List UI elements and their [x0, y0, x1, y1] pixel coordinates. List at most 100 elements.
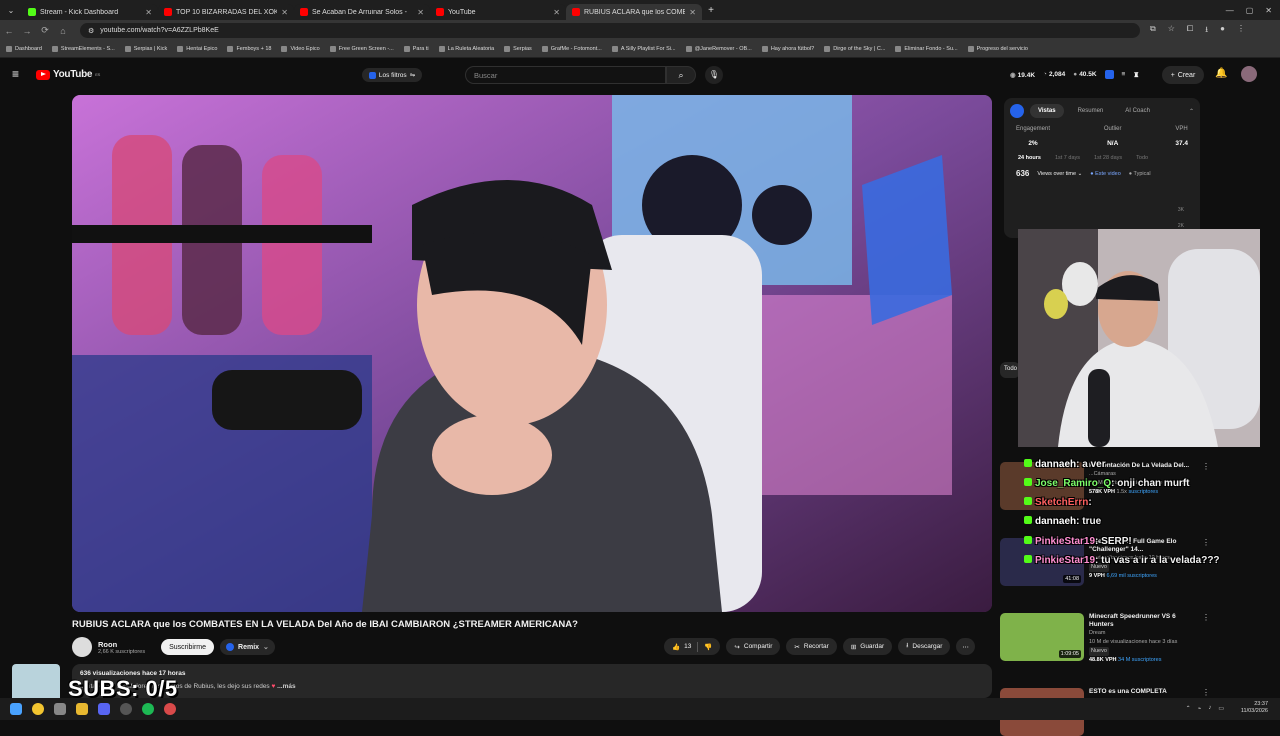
tab-vistas[interactable]: Vistas [1030, 104, 1064, 118]
bookmark-item[interactable]: Dashboard [6, 46, 42, 52]
list-icon[interactable]: ≡ [1122, 71, 1126, 78]
create-button[interactable]: + Crear [1162, 66, 1204, 84]
share-button[interactable]: ↪ Compartir [726, 638, 781, 655]
chip-todo[interactable]: Todo [1000, 362, 1020, 378]
filters-button[interactable]: Los filtros ⇋ [362, 68, 422, 82]
tab-search-icon[interactable]: ⌄ [0, 6, 22, 15]
url-field[interactable]: ⚙ youtube.com/watch?v=A6ZZLPb8KeE [80, 23, 1140, 38]
volume-icon[interactable]: ♪ [1208, 705, 1211, 712]
bookmark-item[interactable]: Eliminar Fondo - Su... [895, 46, 958, 52]
more-actions-button[interactable]: ⋯ [956, 638, 975, 655]
range-28d[interactable]: 1st 28 days [1094, 155, 1122, 161]
network-icon[interactable]: ⌁ [1198, 705, 1202, 712]
explorer-icon[interactable] [54, 703, 66, 715]
more-link[interactable]: ...más [277, 683, 295, 690]
range-all[interactable]: Todo [1136, 155, 1148, 161]
bookmark-item[interactable]: Video Epico [281, 46, 320, 52]
bookmark-item[interactable]: Femboys + 18 [227, 46, 271, 52]
tab-close-icon[interactable]: ✕ [417, 8, 424, 17]
collapse-icon[interactable]: ⌃ [1189, 108, 1194, 115]
browser-menu-icon[interactable]: ⋮ [1237, 24, 1245, 38]
search-button[interactable]: ⌕ [666, 66, 696, 84]
profile-icon[interactable]: ● [1220, 24, 1225, 38]
bookmark-item[interactable]: A Silly Playlist For Si... [611, 46, 676, 52]
bookmark-item[interactable]: Progreso del servicio [967, 46, 1028, 52]
tab-close-icon[interactable]: ✕ [145, 8, 152, 17]
bookmark-item[interactable]: @JaneRemover - OB... [685, 46, 752, 52]
menu-icon[interactable]: ≡ [12, 68, 24, 80]
download-button[interactable]: ⭳ Descargar [898, 638, 951, 655]
battery-icon[interactable]: ▭ [1218, 705, 1224, 712]
extension-blue-icon[interactable] [1104, 70, 1114, 79]
system-clock[interactable]: 23:37 11/03/2026 [1241, 701, 1268, 715]
bookmark-item[interactable]: Hentai Epico [177, 46, 217, 52]
browser-tab[interactable]: RUBIUS ACLARA que los COMB ✕ [566, 4, 702, 20]
save-button[interactable]: ⊞ Guardar [842, 638, 893, 655]
bookmark-star-icon[interactable]: ☆ [1168, 24, 1175, 38]
bookmark-item[interactable]: Hay ahora fútbol? [761, 46, 814, 52]
new-tab-button[interactable]: + [702, 5, 720, 16]
tray-chevron-icon[interactable]: ⌃ [1186, 705, 1191, 712]
downloads-icon[interactable]: ⭳ [1205, 24, 1208, 38]
bookmark-item[interactable]: GrafMe - Fotomont... [541, 46, 602, 52]
tab-close-icon[interactable]: ✕ [553, 8, 560, 17]
bookmark-item[interactable]: Serpias [504, 46, 532, 52]
start-icon[interactable] [10, 703, 22, 715]
discord-icon[interactable] [98, 703, 110, 715]
install-icon[interactable]: ⧉ [1150, 24, 1156, 38]
youtube-logo[interactable]: YouTube ES [36, 69, 100, 80]
bookmark-item[interactable]: Serpias | Kick [124, 46, 167, 52]
bookmark-item[interactable]: La Ruleta Aleatoria [438, 46, 494, 52]
bookmark-item[interactable]: StreamElements - S... [51, 46, 115, 52]
views-mode-dropdown[interactable]: Views over time ⌄ [1037, 171, 1082, 177]
browser-tab[interactable]: YouTube ✕ [430, 4, 566, 20]
range-7d[interactable]: 1st 7 days [1055, 155, 1080, 161]
tab-favicon [28, 8, 36, 16]
account-avatar[interactable] [1241, 66, 1257, 82]
obs-icon[interactable] [120, 703, 132, 715]
maximize-icon[interactable]: ▢ [1246, 6, 1254, 15]
tab-close-icon[interactable]: ✕ [281, 8, 288, 17]
rec-more-icon[interactable]: ⋮ [1202, 613, 1210, 665]
tab-ai-coach[interactable]: AI Coach [1117, 104, 1158, 118]
channel-avatar[interactable] [72, 637, 92, 657]
trophy-icon[interactable]: ♜ [1133, 71, 1139, 79]
range-24h[interactable]: 24 hours [1018, 155, 1041, 161]
extensions-icon[interactable]: ⧠ [1187, 24, 1193, 38]
forward-icon[interactable]: → [18, 26, 36, 36]
minimize-icon[interactable]: — [1226, 6, 1234, 15]
rec-subs: 6,69 mil suscriptores [1106, 573, 1157, 579]
browser-tab[interactable]: TOP 10 BIZARRADAS DEL XOKAS ✕ [158, 4, 294, 20]
spotify-icon[interactable] [142, 703, 154, 715]
recommendation-item[interactable]: 1:09:05 Minecraft Speedrunner VS 6 Hunter… [1000, 613, 1210, 665]
bookmark-item[interactable]: Dirge of the Sky | C... [824, 46, 885, 52]
bookmark-item[interactable]: Free Green Screen -... [329, 46, 394, 52]
home-icon[interactable]: ⌂ [54, 26, 72, 36]
tab-resumen[interactable]: Resumen [1070, 104, 1112, 118]
app-icon[interactable] [164, 703, 176, 715]
folder-icon[interactable] [76, 703, 88, 715]
video-player[interactable] [72, 95, 992, 612]
browser-tab[interactable]: Stream - Kick Dashboard ✕ [22, 4, 158, 20]
channel-name[interactable]: Roon [98, 640, 145, 649]
thumbs-down-icon[interactable]: 👎 [704, 643, 712, 651]
rec-more-icon[interactable]: ⋮ [1202, 462, 1210, 510]
like-button[interactable]: 👍 13 👎 [664, 638, 721, 655]
subscribe-button[interactable]: Suscribirme [161, 639, 215, 655]
bookmark-item[interactable]: Para ti [403, 46, 429, 52]
rec-thumbnail[interactable]: 1:09:05 [1000, 613, 1084, 661]
close-window-icon[interactable]: ✕ [1265, 6, 1272, 15]
voice-search-button[interactable]: 🎙 [705, 66, 723, 84]
description-box[interactable]: 636 visualizaciones hace 17 horas ...dit… [72, 664, 992, 698]
back-icon[interactable]: ← [0, 26, 18, 36]
site-info-icon[interactable]: ⚙ [88, 27, 94, 35]
chrome-icon[interactable] [32, 703, 44, 715]
browser-tab[interactable]: Se Acaban De Arruinar Solos - ✕ [294, 4, 430, 20]
reload-icon[interactable]: ⟳ [36, 25, 54, 36]
search-input[interactable]: Buscar [465, 66, 666, 84]
rec-meta: 10 M de visualizaciones hace 3 días [1089, 639, 1178, 645]
notifications-icon[interactable]: 🔔 [1215, 68, 1227, 79]
tab-close-icon[interactable]: ✕ [689, 8, 696, 17]
clip-button[interactable]: ✂ Recortar [786, 638, 837, 655]
remix-button[interactable]: Remix ⌄ [220, 639, 275, 655]
